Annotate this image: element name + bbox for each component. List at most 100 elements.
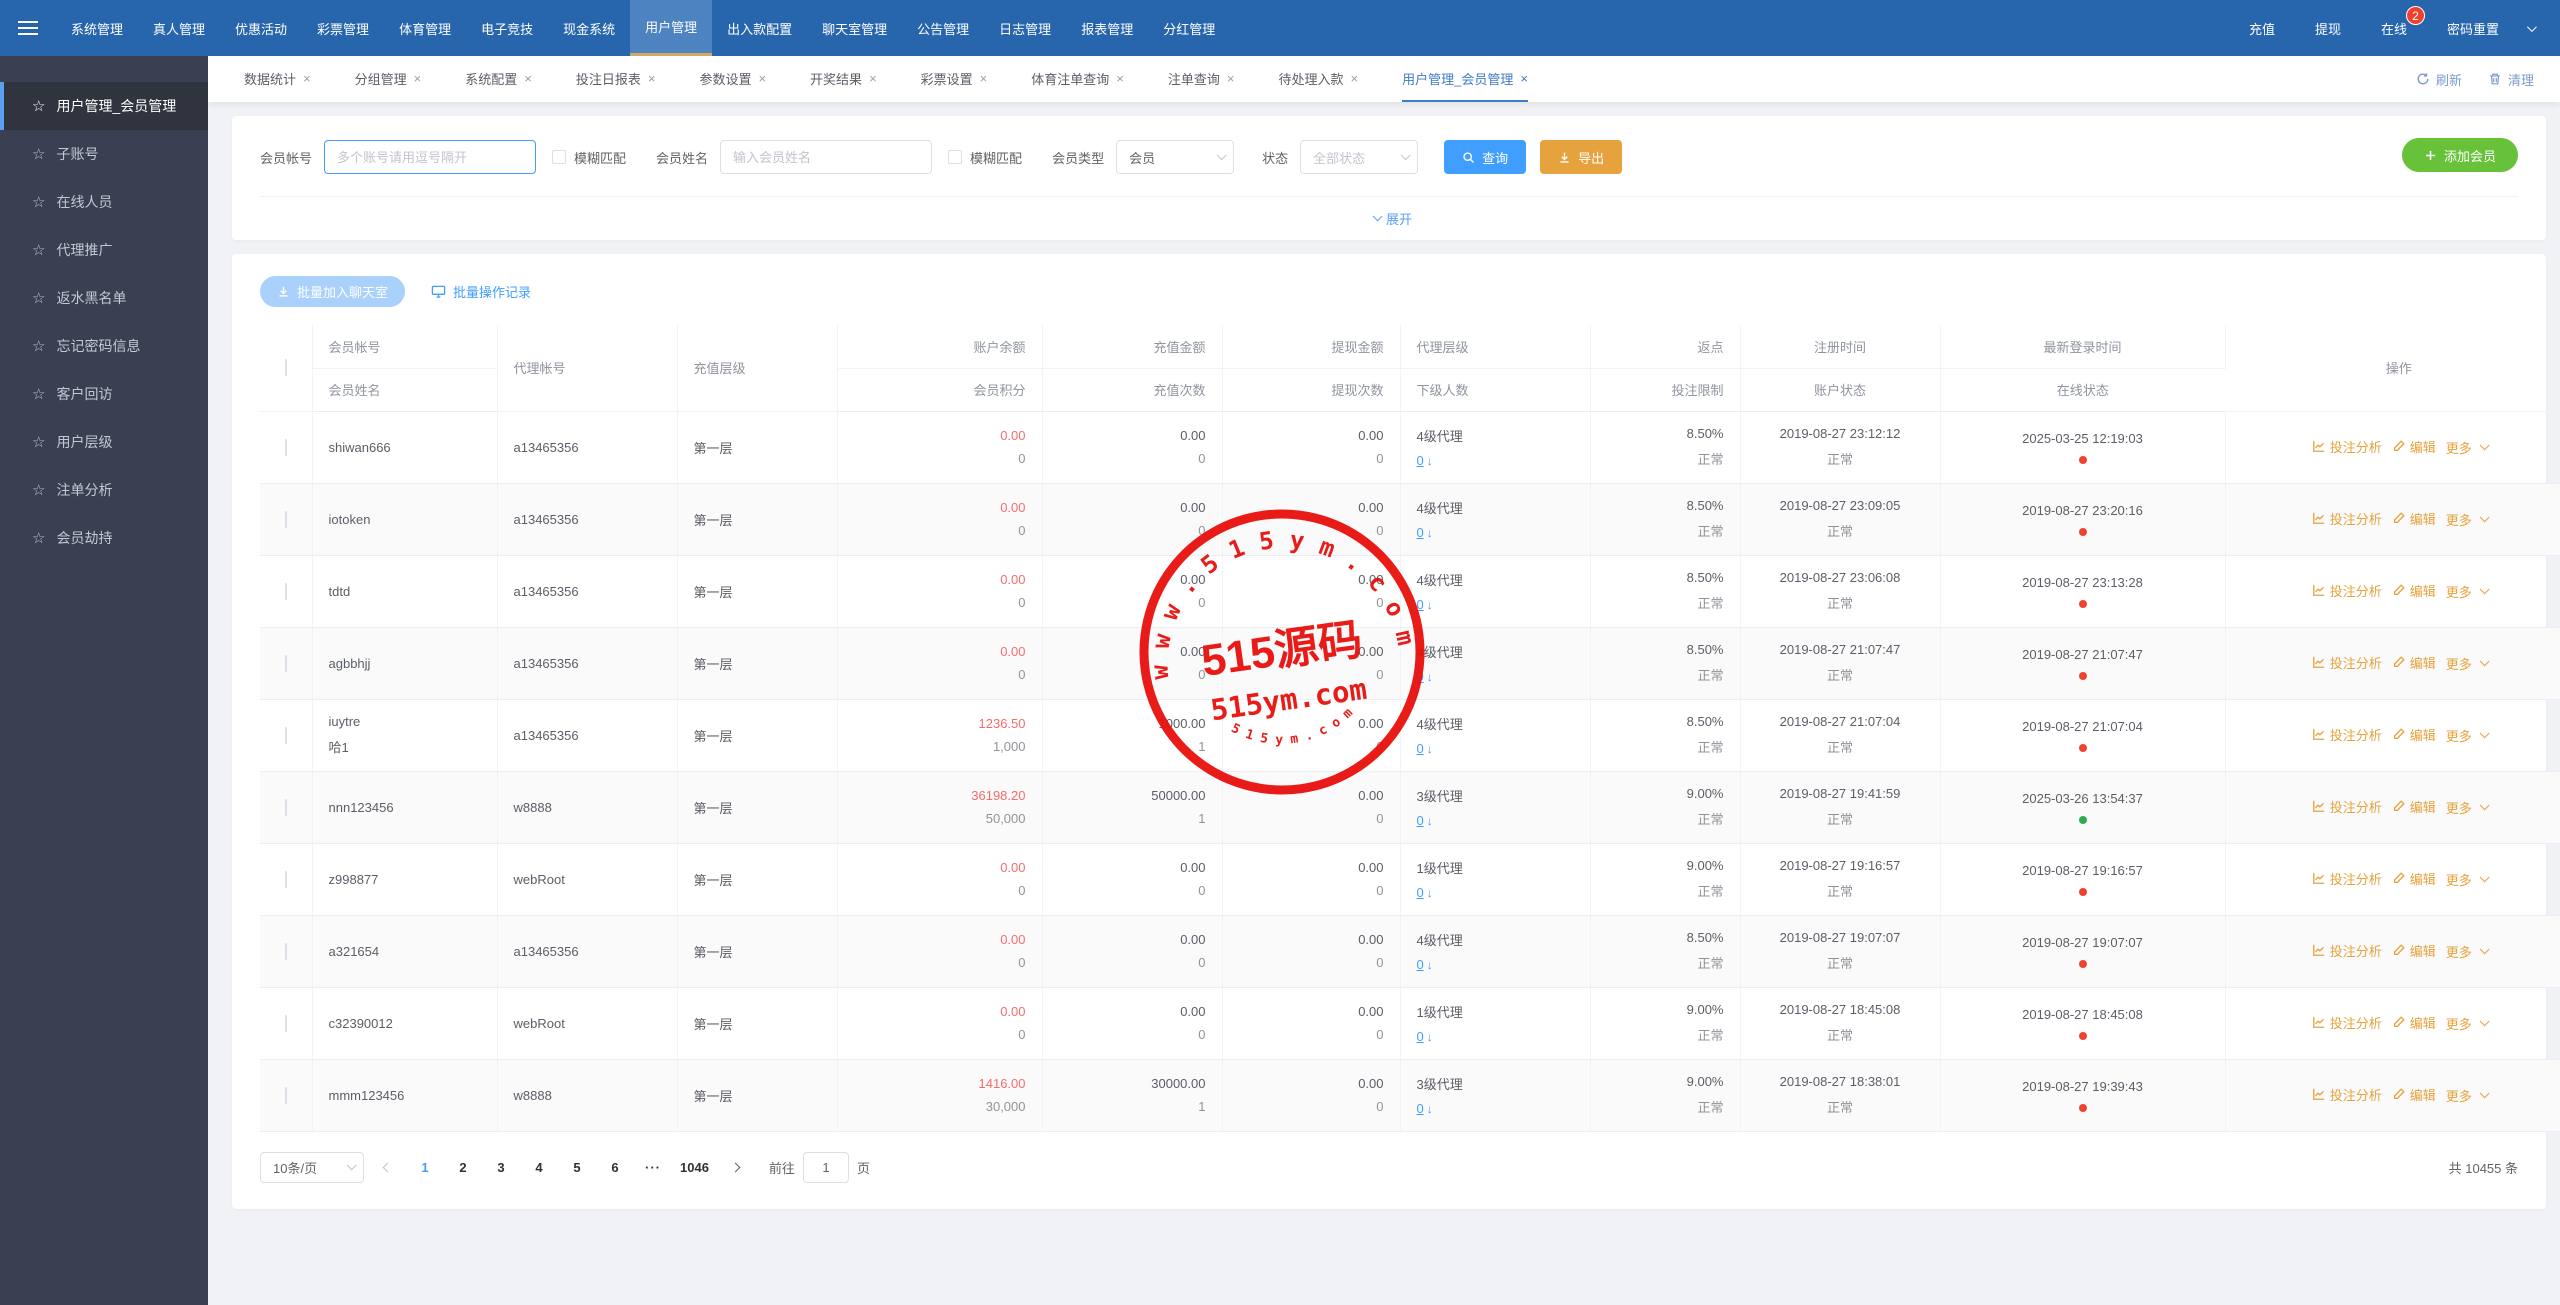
nav-item-9[interactable]: 出入款配置: [712, 0, 807, 56]
tab-3[interactable]: 系统配置 ×: [465, 56, 532, 102]
more-link[interactable]: 更多: [2446, 1086, 2490, 1105]
row-checkbox[interactable]: [284, 1014, 287, 1032]
page-number-4[interactable]: 4: [524, 1152, 554, 1183]
row-checkbox[interactable]: [284, 1086, 287, 1104]
more-link[interactable]: 更多: [2446, 438, 2490, 457]
edit-link[interactable]: 编辑: [2392, 437, 2436, 456]
bet-analysis-link[interactable]: 投注分析: [2312, 509, 2382, 528]
more-link[interactable]: 更多: [2446, 1014, 2490, 1033]
close-icon[interactable]: ×: [1227, 71, 1235, 86]
sub-count-link[interactable]: 0: [1417, 813, 1424, 828]
name-input[interactable]: [720, 140, 933, 174]
close-icon[interactable]: ×: [1351, 71, 1359, 86]
batch-join-chat-button[interactable]: 批量加入聊天室: [260, 276, 406, 307]
more-link[interactable]: 更多: [2446, 582, 2490, 601]
sidebar-item-7[interactable]: ☆ 客户回访: [0, 370, 208, 418]
sidebar-item-10[interactable]: ☆ 会员劫持: [0, 514, 208, 562]
sub-count-link[interactable]: 0: [1417, 1029, 1424, 1044]
edit-link[interactable]: 编辑: [2392, 653, 2436, 672]
bet-analysis-link[interactable]: 投注分析: [2312, 581, 2382, 600]
tab-9[interactable]: 注单查询 ×: [1168, 56, 1235, 102]
sub-count-link[interactable]: 0: [1417, 957, 1424, 972]
edit-link[interactable]: 编辑: [2392, 941, 2436, 960]
expand-toggle[interactable]: 展开: [260, 196, 2518, 240]
close-icon[interactable]: ×: [1116, 71, 1124, 86]
more-link[interactable]: 更多: [2446, 942, 2490, 961]
nav-right-item-3[interactable]: 在线 2: [2361, 0, 2427, 56]
tab-5[interactable]: 参数设置 ×: [699, 56, 766, 102]
sub-count-link[interactable]: 0: [1417, 741, 1424, 756]
bet-analysis-link[interactable]: 投注分析: [2312, 725, 2382, 744]
add-member-button[interactable]: 添加会员: [2401, 138, 2518, 172]
tab-1[interactable]: 数据统计 ×: [244, 56, 311, 102]
sidebar-item-5[interactable]: ☆ 返水黑名单: [0, 274, 208, 322]
more-link[interactable]: 更多: [2446, 654, 2490, 673]
bet-analysis-link[interactable]: 投注分析: [2312, 653, 2382, 672]
tab-7[interactable]: 彩票设置 ×: [921, 56, 988, 102]
nav-item-2[interactable]: 真人管理: [138, 0, 220, 56]
export-button[interactable]: 导出: [1540, 140, 1623, 174]
bet-analysis-link[interactable]: 投注分析: [2312, 869, 2382, 888]
row-checkbox[interactable]: [284, 438, 287, 456]
sub-count-link[interactable]: 0: [1417, 885, 1424, 900]
clear-button[interactable]: 清理: [2488, 70, 2534, 89]
nav-item-14[interactable]: 分红管理: [1148, 0, 1230, 56]
more-link[interactable]: 更多: [2446, 510, 2490, 529]
row-checkbox[interactable]: [284, 510, 287, 528]
refresh-button[interactable]: 刷新: [2416, 70, 2462, 89]
nav-item-3[interactable]: 优惠活动: [220, 0, 302, 56]
nav-item-11[interactable]: 公告管理: [902, 0, 984, 56]
edit-link[interactable]: 编辑: [2392, 581, 2436, 600]
close-icon[interactable]: ×: [524, 71, 532, 86]
chevron-down-icon[interactable]: [2526, 21, 2537, 32]
nav-item-4[interactable]: 彩票管理: [302, 0, 384, 56]
tab-8[interactable]: 体育注单查询 ×: [1031, 56, 1124, 102]
bet-analysis-link[interactable]: 投注分析: [2312, 1085, 2382, 1104]
goto-page-input[interactable]: [802, 1151, 849, 1183]
name-fuzzy-checkbox[interactable]: [948, 150, 963, 164]
select-all-checkbox[interactable]: [284, 359, 287, 377]
close-icon[interactable]: ×: [980, 71, 988, 86]
edit-link[interactable]: 编辑: [2392, 797, 2436, 816]
row-checkbox[interactable]: [284, 654, 287, 672]
edit-link[interactable]: 编辑: [2392, 1085, 2436, 1104]
prev-page-button[interactable]: [372, 1152, 402, 1183]
tab-11[interactable]: 用户管理_会员管理 ×: [1402, 56, 1528, 102]
status-select[interactable]: 全部状态: [1300, 140, 1419, 174]
tab-6[interactable]: 开奖结果 ×: [810, 56, 877, 102]
bet-analysis-link[interactable]: 投注分析: [2312, 1013, 2382, 1032]
sub-count-link[interactable]: 0: [1417, 1101, 1424, 1116]
account-input[interactable]: [324, 140, 537, 174]
page-number-3[interactable]: 3: [486, 1152, 516, 1183]
row-checkbox[interactable]: [284, 726, 287, 744]
close-icon[interactable]: ×: [758, 71, 766, 86]
more-link[interactable]: 更多: [2446, 870, 2490, 889]
account-fuzzy-checkbox[interactable]: [552, 150, 567, 164]
tab-4[interactable]: 投注日报表 ×: [576, 56, 656, 102]
edit-link[interactable]: 编辑: [2392, 509, 2436, 528]
search-button[interactable]: 查询: [1444, 140, 1527, 174]
edit-link[interactable]: 编辑: [2392, 1013, 2436, 1032]
sidebar-item-9[interactable]: ☆ 注单分析: [0, 466, 208, 514]
page-size-select[interactable]: 10条/页: [260, 1151, 364, 1183]
sub-count-link[interactable]: 0: [1417, 525, 1424, 540]
page-number-1[interactable]: 1: [410, 1152, 440, 1183]
sub-count-link[interactable]: 0: [1417, 453, 1424, 468]
nav-item-13[interactable]: 报表管理: [1066, 0, 1148, 56]
close-icon[interactable]: ×: [303, 71, 311, 86]
page-number-1046[interactable]: 1046: [676, 1152, 713, 1183]
nav-item-6[interactable]: 电子竞技: [466, 0, 548, 56]
tab-2[interactable]: 分组管理 ×: [355, 56, 422, 102]
row-checkbox[interactable]: [284, 942, 287, 960]
next-page-button[interactable]: [721, 1152, 751, 1183]
nav-item-8[interactable]: 用户管理: [630, 0, 713, 56]
nav-item-7[interactable]: 现金系统: [548, 0, 630, 56]
nav-item-10[interactable]: 聊天室管理: [807, 0, 902, 56]
edit-link[interactable]: 编辑: [2392, 725, 2436, 744]
sub-count-link[interactable]: 0: [1417, 597, 1424, 612]
more-link[interactable]: 更多: [2446, 798, 2490, 817]
nav-item-12[interactable]: 日志管理: [984, 0, 1066, 56]
sidebar-item-6[interactable]: ☆ 忘记密码信息: [0, 322, 208, 370]
nav-right-item-1[interactable]: 充值: [2229, 0, 2295, 56]
edit-link[interactable]: 编辑: [2392, 869, 2436, 888]
